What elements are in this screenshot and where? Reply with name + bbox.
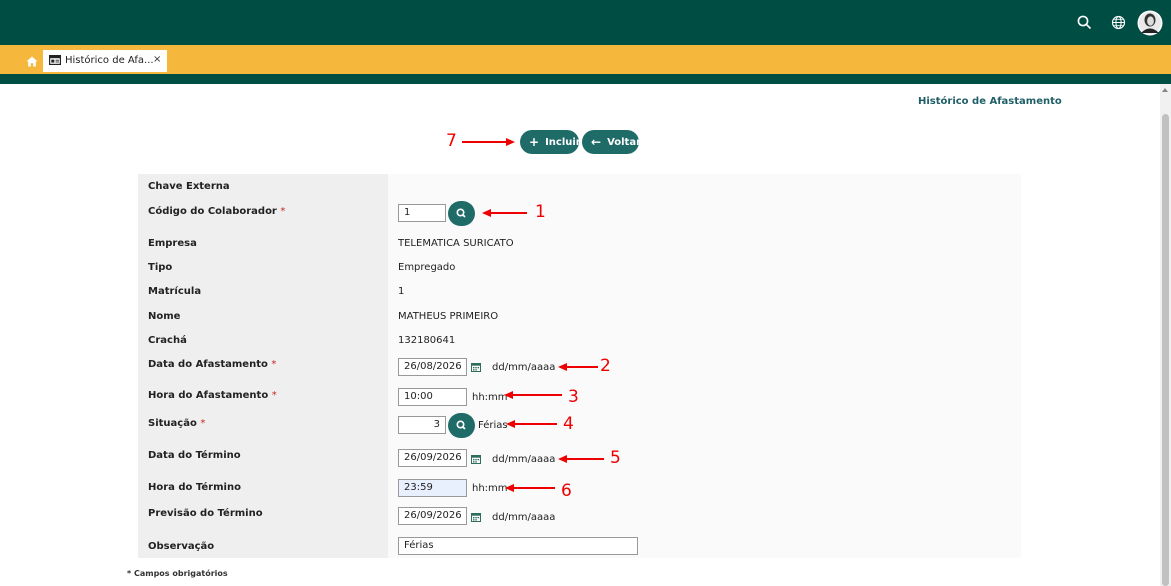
annotation-arrow-head xyxy=(506,138,515,146)
situacao-label: Situação * xyxy=(148,418,206,429)
situacao-search-button[interactable] xyxy=(448,413,475,438)
matricula-label: Matrícula xyxy=(148,286,202,297)
scrollbar-thumb[interactable] xyxy=(1162,114,1169,586)
annotation-arrow xyxy=(514,423,557,425)
annotation-arrow xyxy=(513,487,555,489)
home-icon[interactable] xyxy=(26,56,38,70)
close-icon[interactable]: × xyxy=(153,54,161,65)
calendar-icon[interactable] xyxy=(471,454,481,467)
codigo-colaborador-label: Código do Colaborador * xyxy=(148,206,286,217)
required-fields-note: * Campos obrigatórios xyxy=(127,569,228,578)
annotation-number: 4 xyxy=(563,414,574,434)
situacao-description: Férias xyxy=(478,420,508,431)
matricula-value: 1 xyxy=(398,286,405,297)
calendar-icon[interactable] xyxy=(471,512,481,525)
data-termino-hint: dd/mm/aaaa xyxy=(492,454,556,465)
tipo-value: Empregado xyxy=(398,262,456,273)
empresa-value: TELEMATICA SURICATO xyxy=(398,238,514,249)
cracha-value: 132180641 xyxy=(398,335,456,346)
codigo-colaborador-search-button[interactable] xyxy=(448,201,475,226)
tipo-label: Tipo xyxy=(148,262,173,273)
tab-historico-afastamento[interactable]: Histórico de Afa... × xyxy=(43,50,167,72)
search-icon xyxy=(456,208,466,218)
voltar-label: Voltar xyxy=(607,136,642,148)
data-termino-label: Data do Término xyxy=(148,450,241,461)
annotation-number: 2 xyxy=(600,356,611,376)
annotation-number: 7 xyxy=(446,131,457,151)
observacao-input[interactable]: Férias xyxy=(398,537,638,555)
chave-externa-label: Chave Externa xyxy=(148,181,230,192)
tab-bar xyxy=(0,45,1171,74)
annotation-number: 1 xyxy=(535,202,546,222)
arrow-left-icon: ← xyxy=(591,135,602,149)
scroll-up-icon[interactable] xyxy=(1162,88,1168,92)
data-termino-input[interactable]: 26/09/2026 xyxy=(398,449,467,467)
tab-bar-border xyxy=(0,74,1171,84)
data-afastamento-label: Data do Afastamento * xyxy=(148,359,277,370)
plus-icon: + xyxy=(529,135,540,149)
hora-afastamento-hint: hh:mm xyxy=(472,392,508,403)
globe-icon[interactable] xyxy=(1111,15,1126,33)
previsao-termino-hint: dd/mm/aaaa xyxy=(492,512,556,523)
annotation-arrow xyxy=(462,141,507,143)
avatar[interactable] xyxy=(1137,10,1163,39)
nome-value: MATHEUS PRIMEIRO xyxy=(398,311,499,322)
cracha-label: Crachá xyxy=(148,335,187,346)
incluir-button[interactable]: + Incluir xyxy=(520,130,581,154)
previsao-termino-input[interactable]: 26/09/2026 xyxy=(398,507,467,525)
empresa-label: Empresa xyxy=(148,238,197,249)
search-icon[interactable] xyxy=(1077,15,1092,33)
annotation-arrow xyxy=(566,366,598,368)
hora-termino-input[interactable]: 23:59 xyxy=(398,479,467,497)
calendar-icon[interactable] xyxy=(471,362,481,375)
data-afastamento-hint: dd/mm/aaaa xyxy=(492,362,556,373)
voltar-button[interactable]: ← Voltar xyxy=(582,130,642,154)
previsao-termino-label: Previsão do Término xyxy=(148,508,263,519)
search-icon xyxy=(456,420,466,430)
hora-afastamento-label: Hora do Afastamento * xyxy=(148,390,277,401)
page-title: Histórico de Afastamento xyxy=(918,96,1062,107)
hora-afastamento-input[interactable]: 10:00 xyxy=(398,388,467,406)
situacao-input[interactable]: 3 xyxy=(398,416,446,434)
annotation-arrow xyxy=(512,394,562,396)
codigo-colaborador-input[interactable]: 1 xyxy=(398,204,446,222)
window-icon xyxy=(49,55,62,68)
hora-termino-hint: hh:mm xyxy=(472,483,508,494)
tab-label: Histórico de Afa... xyxy=(65,55,154,66)
nome-label: Nome xyxy=(148,311,181,322)
observacao-label: Observação xyxy=(148,541,215,552)
top-header xyxy=(0,0,1171,45)
data-afastamento-input[interactable]: 26/08/2026 xyxy=(398,358,467,376)
annotation-number: 6 xyxy=(561,481,572,501)
incluir-label: Incluir xyxy=(545,136,581,148)
hora-termino-label: Hora do Término xyxy=(148,482,241,493)
annotation-arrow xyxy=(566,458,604,460)
annotation-number: 5 xyxy=(610,448,621,468)
annotation-number: 3 xyxy=(568,387,579,407)
annotation-arrow xyxy=(490,212,527,214)
